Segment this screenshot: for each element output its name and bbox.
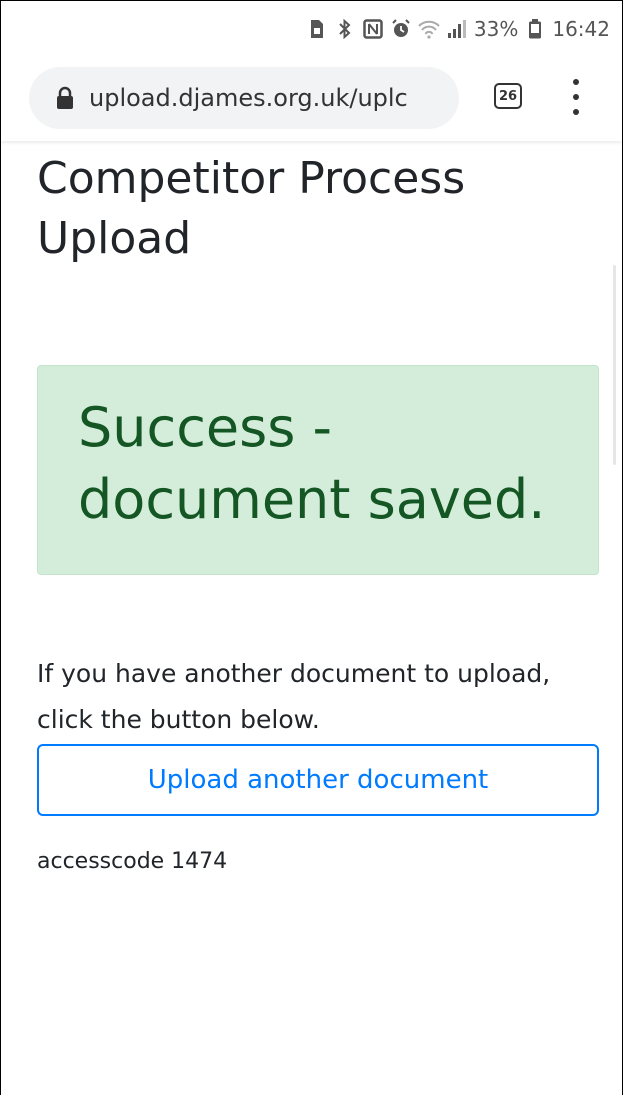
alarm-icon <box>390 18 412 40</box>
menu-dot <box>573 109 579 115</box>
browser-toolbar: upload.djames.org.uk/uplc 26 <box>1 57 622 141</box>
instructions-text: If you have another document to upload, … <box>37 659 551 734</box>
sim-lock-icon <box>306 18 328 40</box>
bluetooth-icon <box>334 18 356 40</box>
scroll-indicator[interactable] <box>613 265 616 465</box>
url-text[interactable]: upload.djames.org.uk/uplc <box>89 84 408 112</box>
wifi-icon <box>418 18 440 40</box>
address-bar[interactable]: upload.djames.org.uk/uplc <box>29 67 459 129</box>
success-alert: Success - document saved. <box>37 365 599 575</box>
battery-icon <box>524 18 546 40</box>
battery-percent: 33% <box>473 17 519 41</box>
lock-icon <box>57 86 73 109</box>
phone-screen: 33% 16:42 upload.djames.org.uk/uplc 26 C… <box>0 0 623 1095</box>
success-message: Success - document saved. <box>78 396 546 531</box>
tabs-icon[interactable]: 26 <box>494 83 522 109</box>
menu-dot <box>573 79 579 85</box>
page-title: Competitor Process Upload <box>37 153 466 264</box>
nfc-icon <box>362 18 384 40</box>
page-content: Competitor Process Upload Success - docu… <box>37 141 599 874</box>
status-time: 16:42 <box>552 17 610 41</box>
access-code: accesscode 1474 <box>37 849 228 874</box>
signal-icon <box>446 18 468 40</box>
status-bar: 33% 16:42 <box>1 1 622 57</box>
upload-another-button[interactable]: Upload another document <box>37 744 599 816</box>
menu-dot <box>573 94 579 100</box>
menu-icon[interactable] <box>561 79 591 115</box>
